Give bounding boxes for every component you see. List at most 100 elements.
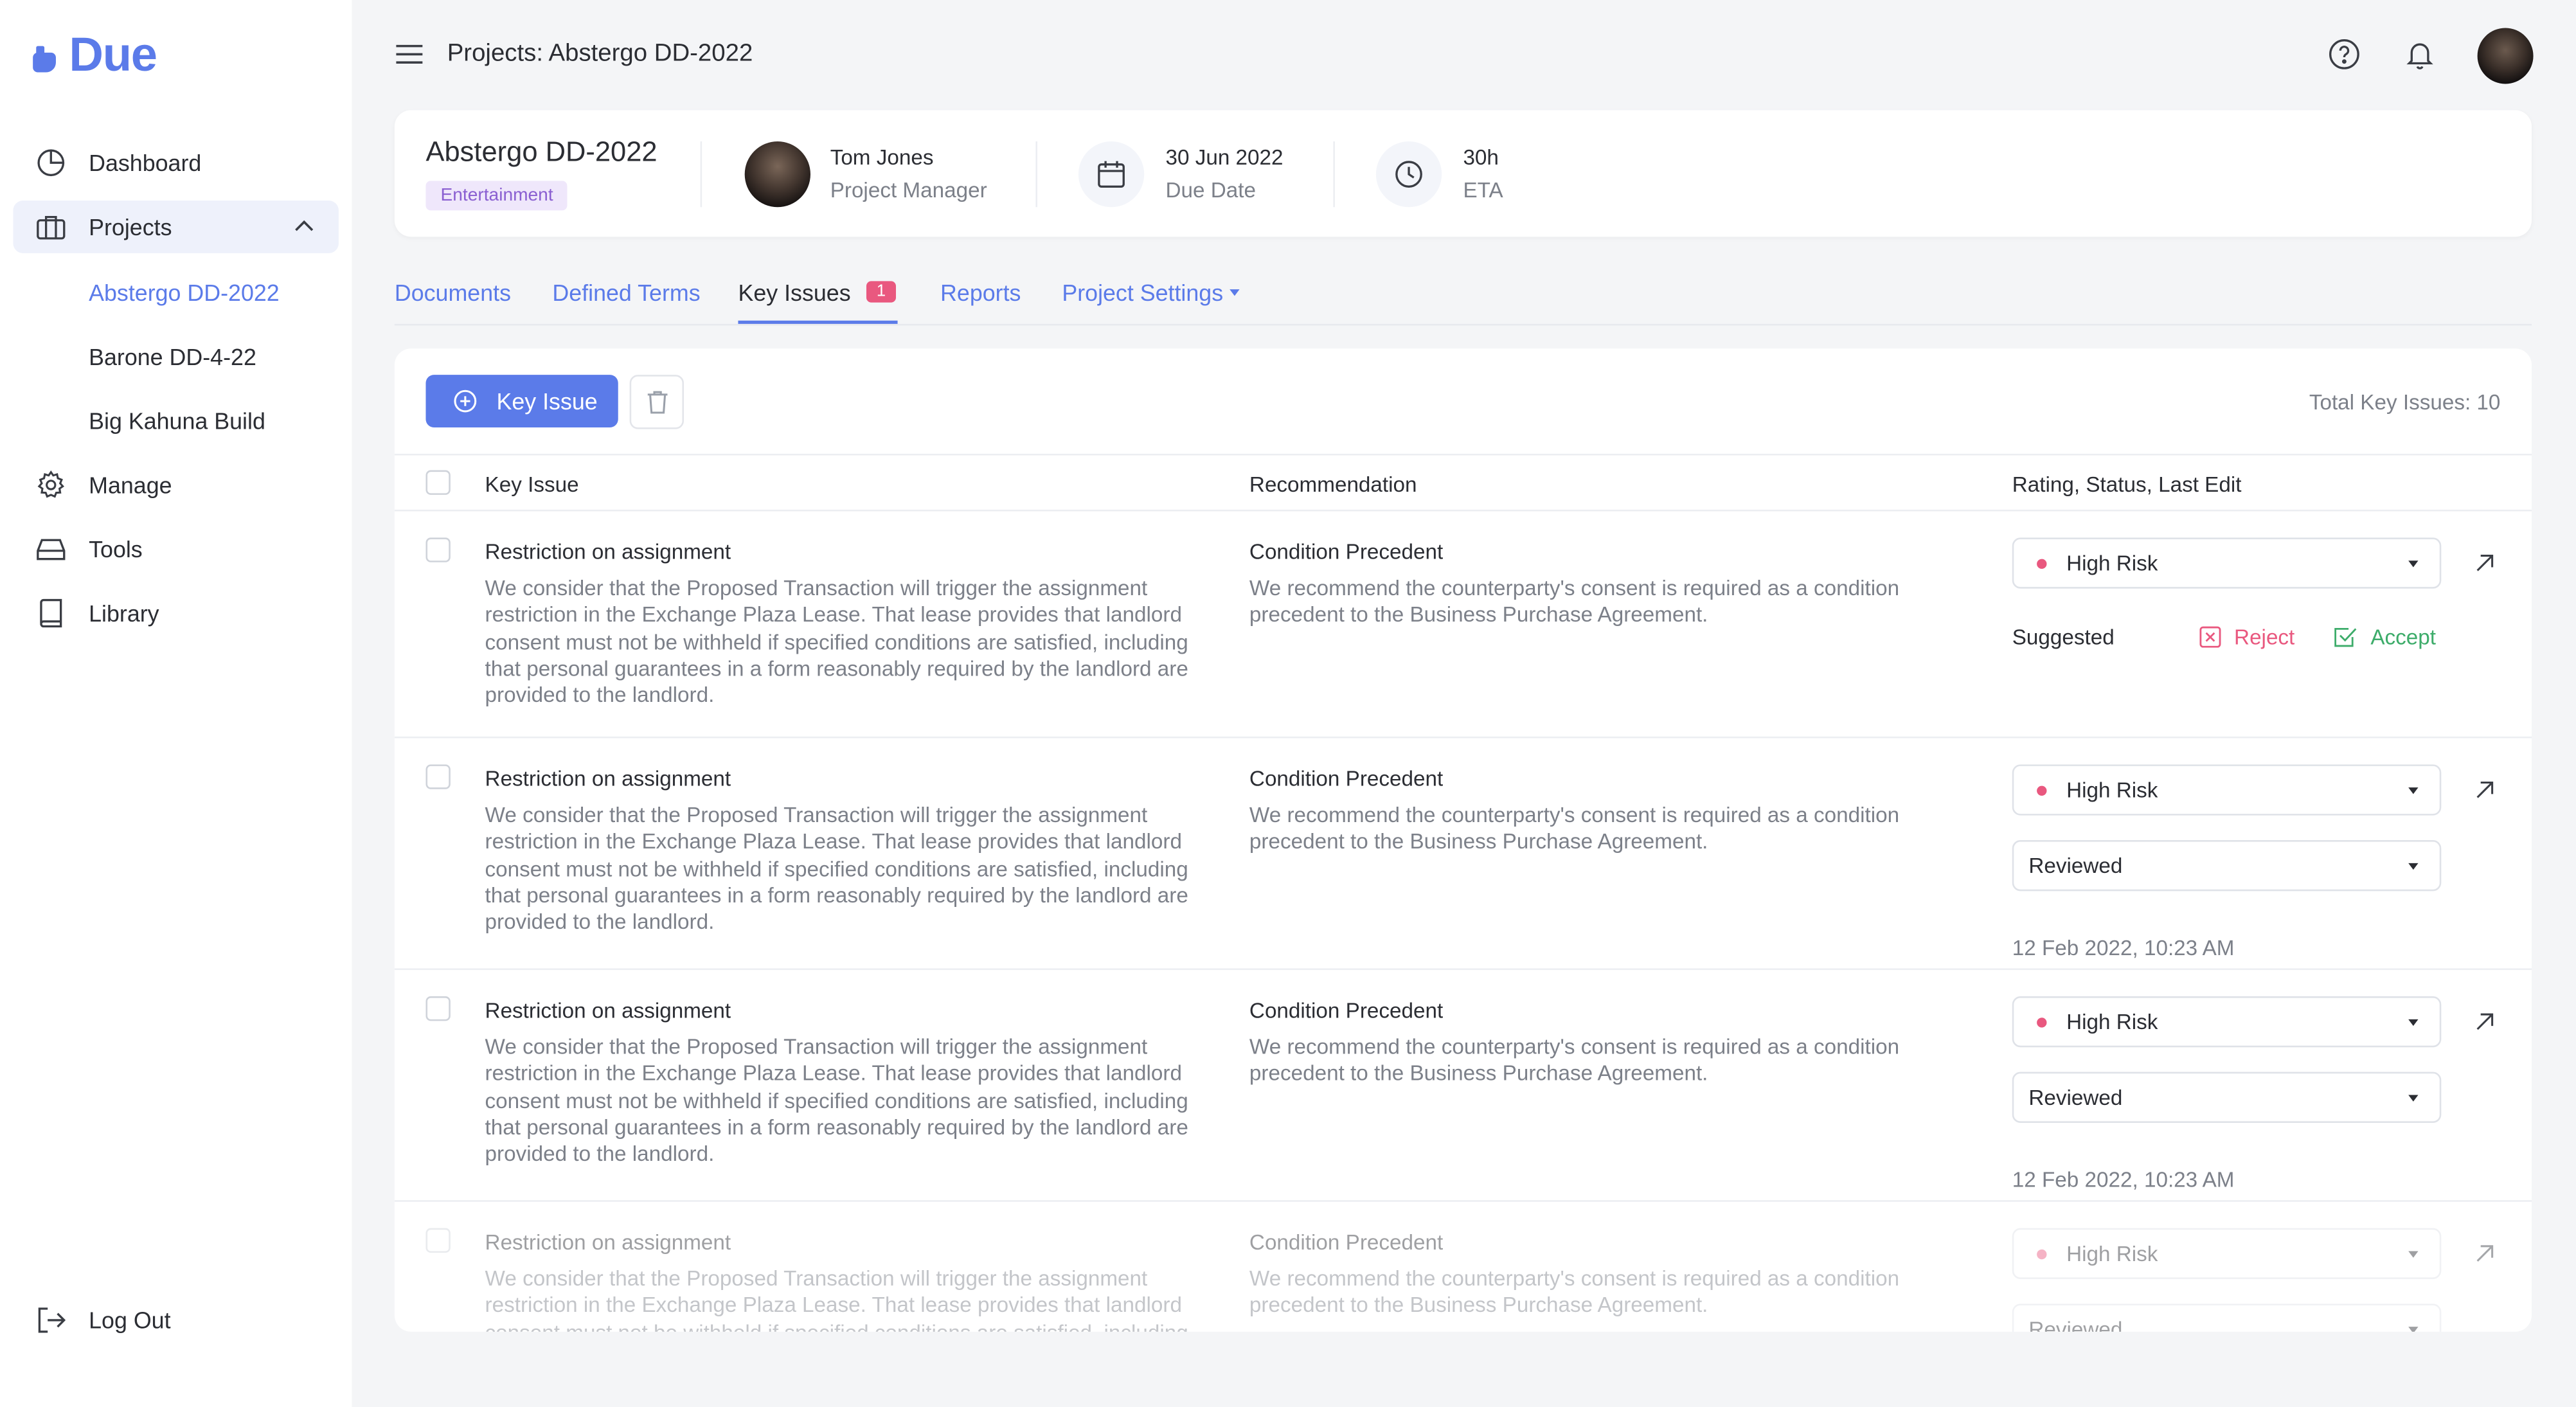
add-key-issue-button[interactable]: Key Issue (425, 375, 618, 428)
recommendation-title: Condition Precedent (1249, 998, 1444, 1023)
recommendation-body: We recommend the counterparty's consent … (1249, 802, 1900, 854)
column-header-recommendation: Recommendation (1249, 472, 1417, 497)
sidebar-item-label: Projects (89, 213, 172, 240)
status-select[interactable]: Reviewed (2012, 1304, 2442, 1332)
accept-icon (2334, 627, 2357, 647)
risk-dot (2037, 785, 2047, 795)
hamburger-menu-icon[interactable] (395, 41, 424, 76)
rating-select[interactable]: High Risk (2012, 764, 2442, 816)
row-checkbox[interactable] (425, 996, 451, 1021)
calendar-icon (1078, 141, 1145, 208)
divider (700, 141, 702, 208)
tabs-divider (394, 323, 2532, 326)
clock-icon (1375, 141, 1442, 208)
tab-key-issues[interactable]: Key Issues (738, 280, 850, 306)
manager-role: Project Manager (830, 177, 987, 202)
rating-value: High Risk (2066, 1009, 2158, 1034)
page-title: Projects: Abstergo DD-2022 (447, 39, 753, 67)
rating-value: High Risk (2066, 550, 2158, 576)
active-tab-indicator (738, 320, 898, 324)
row-checkbox[interactable] (425, 764, 451, 789)
user-avatar[interactable] (2477, 28, 2534, 84)
due-date: 30 Jun 2022 (1165, 145, 1284, 170)
recommendation-title: Condition Precedent (1249, 1230, 1444, 1255)
recommendation-title: Condition Precedent (1249, 539, 1444, 564)
project-tag: Entertainment (425, 181, 568, 211)
risk-dot (2037, 1016, 2047, 1027)
manager-avatar (744, 141, 810, 208)
accept-button[interactable]: Accept (2334, 625, 2436, 649)
eta-label: ETA (1463, 177, 1503, 202)
bell-icon[interactable] (2404, 38, 2437, 79)
sidebar-item-label: Manage (89, 472, 172, 499)
chevron-up-icon[interactable] (292, 214, 316, 242)
table-row[interactable]: Restriction on assignment We consider th… (395, 1202, 2532, 1332)
caret-down-icon (2408, 1095, 2419, 1102)
sidebar-subitem-project[interactable]: Abstergo DD-2022 (89, 280, 280, 306)
sidebar-item-tools[interactable]: Tools (13, 523, 338, 575)
tab-project-settings[interactable]: Project Settings (1062, 280, 1223, 306)
open-external-icon[interactable] (2474, 779, 2495, 809)
rating-select[interactable]: High Risk (2012, 996, 2442, 1048)
key-issue-body: We consider that the Proposed Transactio… (485, 1266, 1188, 1332)
last-edit-date: 12 Feb 2022, 10:23 AM (2012, 1167, 2235, 1192)
sidebar-item-library[interactable]: Library (13, 587, 338, 640)
suggested-label: Suggested (2012, 624, 2115, 650)
sidebar-item-manage[interactable]: Manage (13, 459, 338, 512)
open-external-icon[interactable] (2474, 1011, 2495, 1041)
key-issue-body: We consider that the Proposed Transactio… (485, 1034, 1188, 1166)
recommendation-body: We recommend the counterparty's consent … (1249, 1266, 1900, 1318)
rating-select[interactable]: High Risk (2012, 537, 2442, 589)
key-issue-body: We consider that the Proposed Transactio… (485, 802, 1188, 935)
sidebar-item-label: Library (89, 600, 159, 627)
help-icon[interactable] (2328, 38, 2361, 79)
status-select[interactable]: Reviewed (2012, 1071, 2442, 1123)
rating-value: High Risk (2066, 1241, 2158, 1266)
sidebar-item-dashboard[interactable]: Dashboard (13, 136, 338, 189)
caret-down-icon (2408, 1251, 2419, 1258)
accept-label: Accept (2370, 624, 2437, 650)
recommendation-body: We recommend the counterparty's consent … (1249, 1034, 1900, 1086)
column-header-rating-status: Rating, Status, Last Edit (2012, 472, 2242, 497)
pie-chart-icon (35, 147, 67, 179)
row-checkbox[interactable] (425, 537, 451, 562)
table-row[interactable]: Restriction on assignment We consider th… (395, 511, 2532, 736)
recommendation-body: We recommend the counterparty's consent … (1249, 575, 1900, 627)
project-name: Abstergo DD-2022 (425, 136, 657, 168)
book-icon (35, 596, 67, 629)
rating-value: High Risk (2066, 777, 2158, 803)
delete-button[interactable] (629, 375, 684, 429)
add-key-issue-label: Key Issue (496, 388, 598, 415)
project-header-card: Abstergo DD-2022 Entertainment Tom Jones… (394, 110, 2532, 237)
logo-icon (33, 39, 66, 75)
status-select[interactable]: Reviewed (2012, 840, 2442, 892)
status-value: Reviewed (2028, 1085, 2123, 1110)
caret-down-icon[interactable] (1230, 289, 1240, 296)
logo[interactable]: Due (33, 30, 157, 84)
tab-reports[interactable]: Reports (940, 280, 1021, 306)
risk-dot (2037, 1248, 2047, 1259)
reject-button[interactable]: Reject (2199, 625, 2294, 649)
open-external-icon[interactable] (2474, 1243, 2495, 1273)
gear-icon (35, 469, 67, 501)
sidebar-item-projects[interactable]: Projects (13, 201, 339, 253)
table-row[interactable]: Restriction on assignment We consider th… (395, 738, 2532, 968)
tab-defined-terms[interactable]: Defined Terms (552, 280, 700, 306)
row-checkbox[interactable] (425, 1228, 451, 1253)
key-issue-title: Restriction on assignment (485, 766, 731, 791)
caret-down-icon (2408, 787, 2419, 794)
sidebar-subitem-project[interactable]: Big Kahuna Build (89, 408, 265, 434)
open-external-icon[interactable] (2474, 552, 2495, 582)
tab-documents[interactable]: Documents (395, 280, 511, 306)
logout-button[interactable]: Log Out (13, 1294, 338, 1347)
sidebar-subitem-project[interactable]: Barone DD-4-22 (89, 344, 256, 370)
caret-down-icon (2408, 1327, 2419, 1332)
rating-select[interactable]: High Risk (2012, 1228, 2442, 1279)
recommendation-title: Condition Precedent (1249, 766, 1444, 791)
select-all-checkbox[interactable] (425, 470, 451, 495)
caret-down-icon (2408, 560, 2419, 568)
divider (1333, 141, 1335, 208)
trash-icon (647, 391, 667, 414)
manager-name: Tom Jones (830, 145, 934, 170)
table-row[interactable]: Restriction on assignment We consider th… (395, 970, 2532, 1200)
